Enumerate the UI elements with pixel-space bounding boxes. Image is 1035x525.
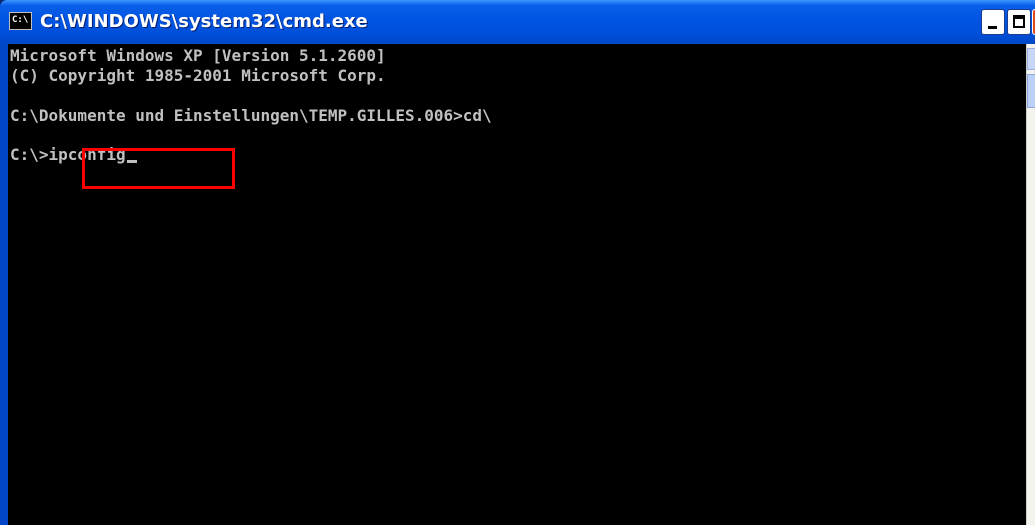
maximize-button[interactable] bbox=[1007, 9, 1031, 35]
console-line: C:\Dokumente und Einstellungen\TEMP.GILL… bbox=[10, 106, 492, 125]
title-bar[interactable]: C:\ C:\WINDOWS\system32\cmd.exe bbox=[0, 0, 1035, 44]
minimize-icon bbox=[988, 26, 997, 29]
console-line: Microsoft Windows XP [Version 5.1.2600] bbox=[10, 46, 386, 65]
cmd-icon[interactable]: C:\ bbox=[9, 12, 32, 30]
maximize-icon bbox=[1013, 15, 1025, 28]
console-area[interactable]: Microsoft Windows XP [Version 5.1.2600] … bbox=[8, 44, 1026, 525]
console-line: (C) Copyright 1985-2001 Microsoft Corp. bbox=[10, 66, 386, 85]
vertical-scrollbar[interactable] bbox=[1026, 44, 1035, 525]
window-frame-left bbox=[0, 44, 8, 525]
annotation-highlight-box bbox=[82, 148, 235, 189]
minimize-button[interactable] bbox=[981, 9, 1005, 35]
cmd-window: C:\ C:\WINDOWS\system32\cmd.exe Microsof… bbox=[0, 0, 1035, 525]
window-title: C:\WINDOWS\system32\cmd.exe bbox=[40, 11, 368, 32]
scroll-thumb[interactable] bbox=[1027, 74, 1035, 108]
scroll-up-arrow-icon[interactable] bbox=[1027, 48, 1035, 70]
